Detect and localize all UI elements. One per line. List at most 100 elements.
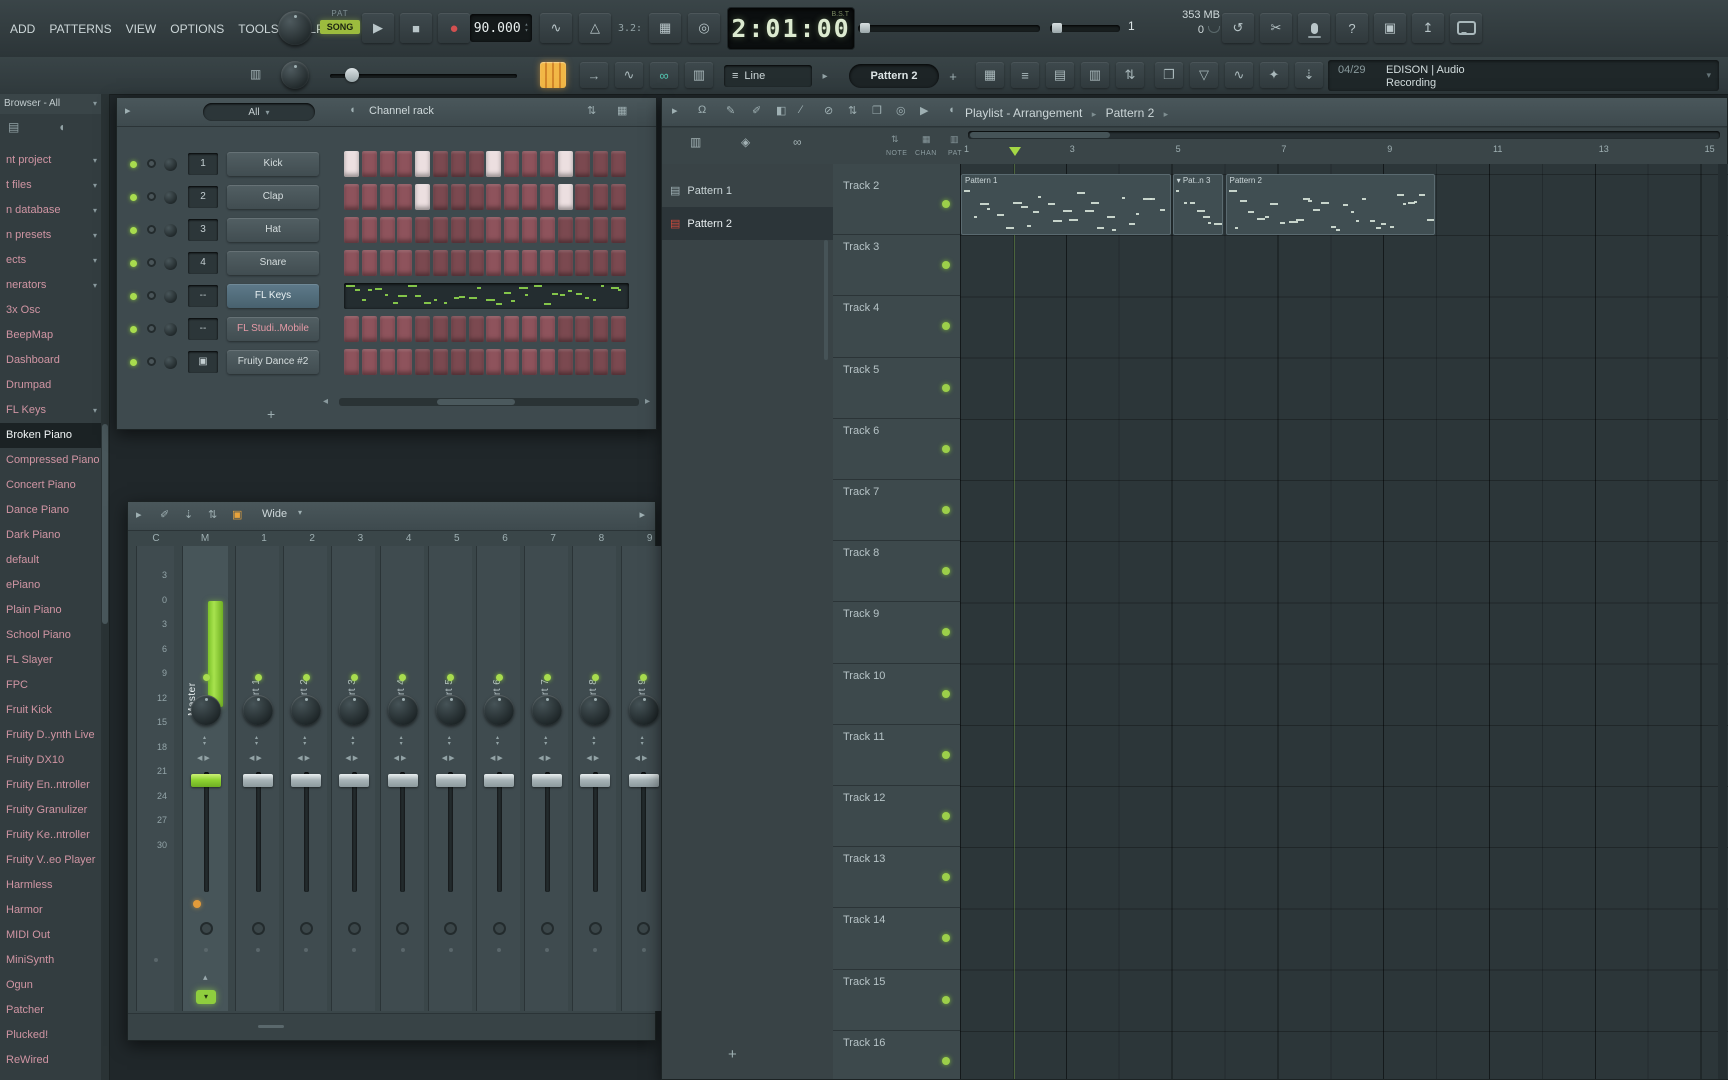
playlist-window-icon[interactable]: ▦ [976,62,1004,88]
browser-item[interactable]: Plucked! [0,1023,101,1048]
mixer-column-label[interactable]: C [152,533,159,544]
browser-item[interactable]: Harmless [0,873,101,898]
channel-name-button[interactable]: Clap [227,185,319,209]
step-cell[interactable] [344,250,359,276]
export-icon[interactable]: ↥ [1412,13,1444,43]
playlist-hscroll[interactable] [968,131,1720,139]
step-cell[interactable] [504,316,520,342]
step-cell[interactable] [593,349,609,375]
browser-item[interactable]: Dance Piano [0,498,101,523]
browser-item[interactable]: Fruity Ke..ntroller [0,823,101,848]
funnel-icon[interactable]: ▽ [1190,62,1218,88]
pattern-picker-item[interactable]: ▤ Pattern 1 [662,174,833,207]
browser-item[interactable]: Fruity En..ntroller [0,773,101,798]
mute-tool-icon[interactable]: ⊘ [824,104,833,117]
strip-fader-groove[interactable] [203,772,209,892]
step-cell[interactable] [522,349,537,375]
browser-item[interactable]: ePiano [0,573,101,598]
step-cell[interactable] [486,217,502,243]
strip-pan-icons[interactable]: ◀▶ [490,754,505,762]
channel-number[interactable]: -- [188,318,218,340]
browser-item[interactable]: Dark Piano [0,523,101,548]
strip-stereo-sep-icon[interactable]: ▴ ▾ [592,735,595,747]
strip-fader-handle[interactable] [484,774,514,787]
step-cell[interactable] [397,184,413,210]
track-header[interactable]: Track 4 [833,296,960,358]
strip-pan-icons[interactable]: ◀▶ [345,754,360,762]
performance-mode-icon[interactable]: ◈ [741,135,750,149]
mixer-column-label[interactable]: M [201,533,209,544]
song-mode-label[interactable]: SONG [320,20,360,34]
panel-toggle-icon[interactable]: ▥ [250,67,261,81]
browser-item[interactable]: Fruity DX10 [0,748,101,773]
strip-pan-icons[interactable]: ◀▶ [249,754,264,762]
browser-item[interactable]: ReWired [0,1048,101,1073]
track-header[interactable]: Track 7 [833,480,960,542]
strip-led[interactable] [495,674,503,681]
channel-number[interactable]: 2 [188,186,218,208]
note-swap-icon[interactable]: ⇅ [891,134,899,145]
strip-stereo-sep-icon[interactable]: ▴ ▾ [203,735,206,747]
rack-graph-icon[interactable]: ⇅ [587,104,596,117]
mixer-titlebar[interactable]: ▸ ✐ ⇣ ⇅ ▣ Wide ▾ ▸ [128,502,655,531]
channel-name-button[interactable]: Snare [227,251,319,275]
track-header[interactable]: Track 8 [833,541,960,603]
browser-item[interactable]: Patcher [0,998,101,1023]
track-header[interactable]: Track 3 [833,235,960,297]
channel-mute-toggle[interactable] [147,159,156,168]
browser-item[interactable]: FL Slayer [0,648,101,673]
strip-clock-icon[interactable] [396,922,410,935]
browser-item[interactable]: n presets ▾ [0,223,101,248]
brush-tool-icon[interactable]: ✐ [752,104,761,117]
browser-item-chevron-icon[interactable]: ▾ [93,398,97,423]
strip-volume-knob[interactable] [387,695,418,725]
step-cell[interactable] [486,151,502,177]
step-cell[interactable] [522,217,537,243]
step-cell[interactable] [486,184,502,210]
browser-item[interactable]: FL Keys ▾ [0,398,101,423]
strip-clock-icon[interactable] [637,922,651,935]
mixer-record-icon[interactable]: ▣ [232,508,242,521]
step-cell[interactable] [486,316,502,342]
step-cell[interactable] [344,349,359,375]
channel-mute-toggle[interactable] [147,357,156,366]
step-cell[interactable] [539,217,555,243]
mixer-layout-value[interactable]: Wide [262,508,287,520]
step-cell[interactable] [379,250,395,276]
step-cell[interactable] [468,250,484,276]
link-icon[interactable]: ∞ [650,62,678,88]
channel-number[interactable]: -- [188,285,218,307]
menu-view[interactable]: VIEW [126,22,157,36]
step-cell[interactable] [504,217,520,243]
mixer-brush-icon[interactable]: ✐ [160,508,169,521]
channel-led[interactable] [130,359,137,366]
playlist-grid[interactable]: Pattern 1 ▾ Pat..n 3 Pattern 2 [960,164,1728,1079]
browser-item[interactable]: Concert Piano [0,473,101,498]
channel-mute-toggle[interactable] [147,324,156,333]
strip-fader-handle[interactable] [243,774,273,787]
record-button[interactable]: ● [438,13,470,43]
step-cell[interactable] [539,250,555,276]
playback-tool-icon[interactable]: ▶ [920,104,928,117]
track-header[interactable]: Track 9 [833,602,960,664]
picker-panel-icon[interactable]: ▥ [690,135,701,149]
mixer-strip[interactable]: Insert 8▴ ▾◀▶ [572,546,617,1011]
step-cell[interactable] [450,316,466,342]
step-cell[interactable] [557,151,573,177]
step-cell[interactable] [344,217,359,243]
channel-pan-knob[interactable] [164,257,177,270]
step-cell[interactable] [593,184,609,210]
step-cell[interactable] [575,217,591,243]
track-header[interactable]: Track 2 [833,174,960,236]
browser-item[interactable]: Fruity D..ynth Live [0,723,101,748]
browser-dropdown-icon[interactable]: ▾ [93,99,97,108]
browser-item-chevron-icon[interactable]: ▾ [93,223,97,248]
mixer-column-label[interactable]: 9 [647,533,653,544]
browser-item[interactable]: MIDI Out [0,923,101,948]
strip-volume-knob[interactable] [532,695,563,725]
rack-scrollbar-handle[interactable] [437,399,515,405]
mixer-swap-icon[interactable]: ⇅ [208,508,217,521]
playlist-ruler[interactable]: 1 3 5 7 9 11 13 15 [960,128,1728,164]
pat-col-icon[interactable]: ▥ [950,134,959,145]
channel-name-button[interactable]: FL Studi..Mobile [227,317,319,341]
